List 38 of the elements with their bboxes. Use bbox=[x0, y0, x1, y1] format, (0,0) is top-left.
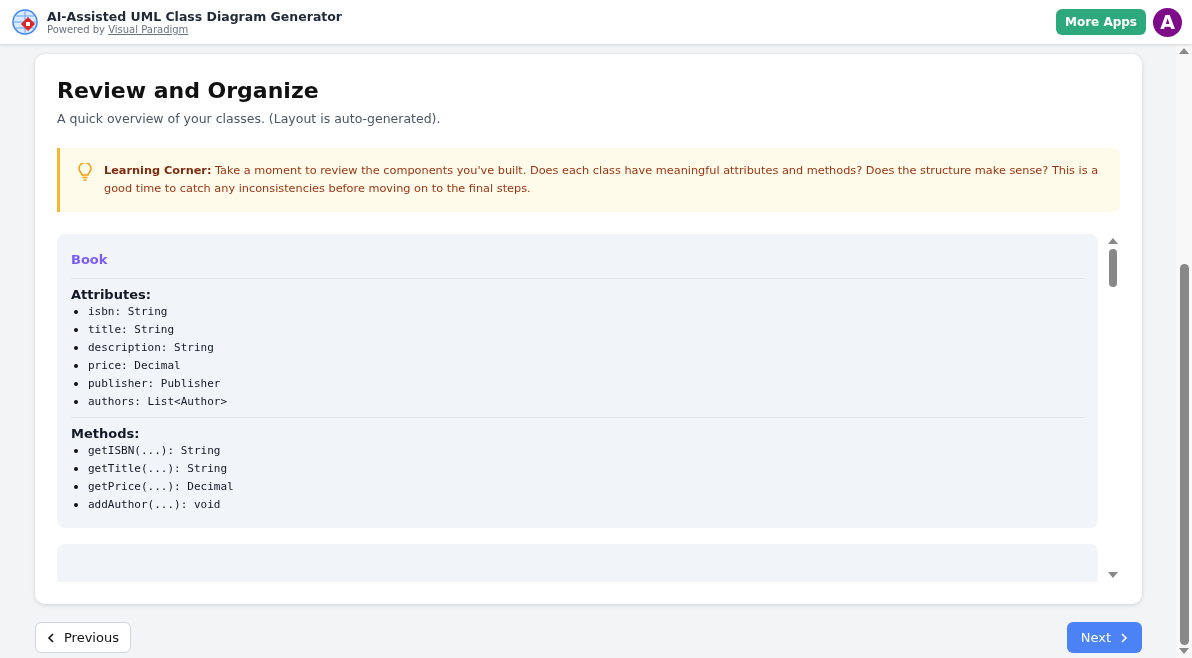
lightbulb-icon bbox=[78, 163, 92, 181]
bullet-icon bbox=[74, 364, 78, 368]
method-item: getISBN(...): String bbox=[88, 443, 221, 459]
attribute-item: description: String bbox=[88, 340, 214, 356]
chevron-right-icon bbox=[1120, 632, 1128, 643]
attribute-item: title: String bbox=[88, 322, 175, 338]
globe-logo-icon bbox=[12, 9, 38, 35]
bullet-icon bbox=[74, 467, 78, 471]
method-item: getPrice(...): Decimal bbox=[88, 479, 234, 495]
attribute-item: authors: List<Author> bbox=[88, 394, 228, 410]
app-title: AI-Assisted UML Class Diagram Generator bbox=[47, 9, 343, 24]
bullet-icon bbox=[74, 400, 78, 404]
next-button[interactable]: Next bbox=[1066, 622, 1142, 653]
bullet-icon bbox=[74, 346, 78, 350]
attribute-item: publisher: Publisher bbox=[88, 376, 221, 392]
method-item: getTitle(...): String bbox=[88, 461, 228, 477]
bullet-icon bbox=[74, 503, 78, 507]
page-scrollbar[interactable] bbox=[1176, 44, 1192, 658]
class-name: Book bbox=[71, 252, 109, 269]
learning-corner-text: Learning Corner: Take a moment to review the components you've built. Does each class have meaningful attributes and methods? Does the structure make sense? This is a good time to catch any inconsistencies before moving on to the final steps. bbox=[104, 163, 1100, 197]
subtitle-text: A quick overview of your classes. (Layout is auto-generated). bbox=[57, 111, 442, 126]
bullet-icon bbox=[74, 328, 78, 332]
powered-by-text: Powered by bbox=[47, 24, 105, 35]
user-avatar[interactable]: A bbox=[1153, 7, 1182, 37]
attribute-item: isbn: String bbox=[88, 304, 168, 320]
page-heading: Review and Organize bbox=[57, 78, 320, 103]
bullet-icon bbox=[74, 485, 78, 489]
chevron-left-icon bbox=[47, 632, 55, 643]
previous-button[interactable]: Previous bbox=[35, 622, 131, 653]
attributes-label: Attributes: bbox=[71, 287, 152, 302]
bullet-icon bbox=[74, 310, 78, 314]
bullet-icon bbox=[74, 382, 78, 386]
method-item: addAuthor(...): void bbox=[88, 497, 221, 513]
attribute-item: price: Decimal bbox=[88, 358, 181, 374]
methods-label: Methods: bbox=[71, 426, 141, 441]
bullet-icon bbox=[74, 449, 78, 453]
visual-paradigm-link[interactable]: Visual Paradigm bbox=[108, 24, 189, 35]
more-apps-button[interactable]: More Apps bbox=[1055, 9, 1146, 35]
